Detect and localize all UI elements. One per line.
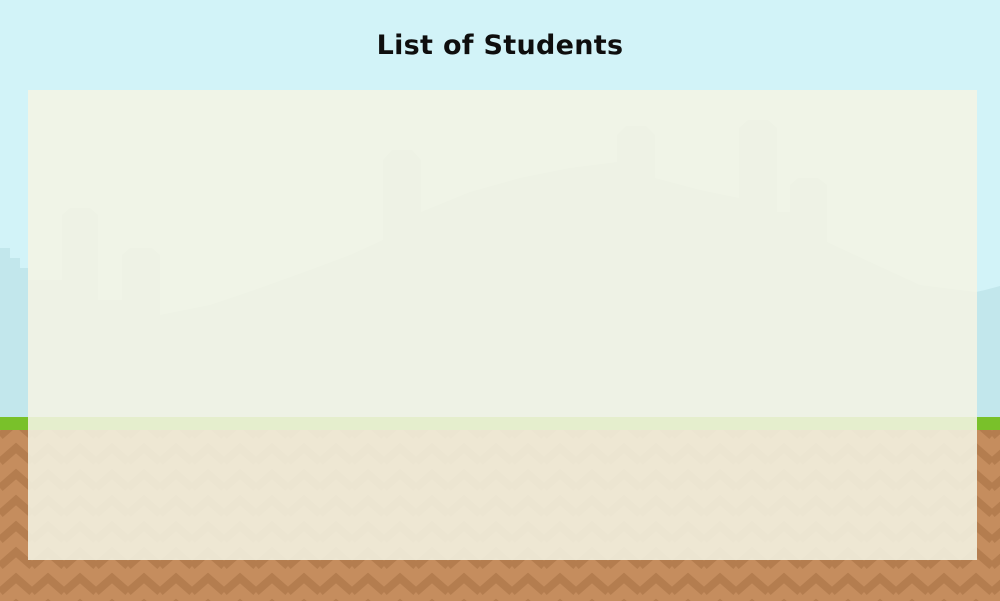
page-title: List of Students (376, 30, 624, 61)
students-list-panel (28, 90, 977, 560)
students-list (28, 90, 977, 122)
